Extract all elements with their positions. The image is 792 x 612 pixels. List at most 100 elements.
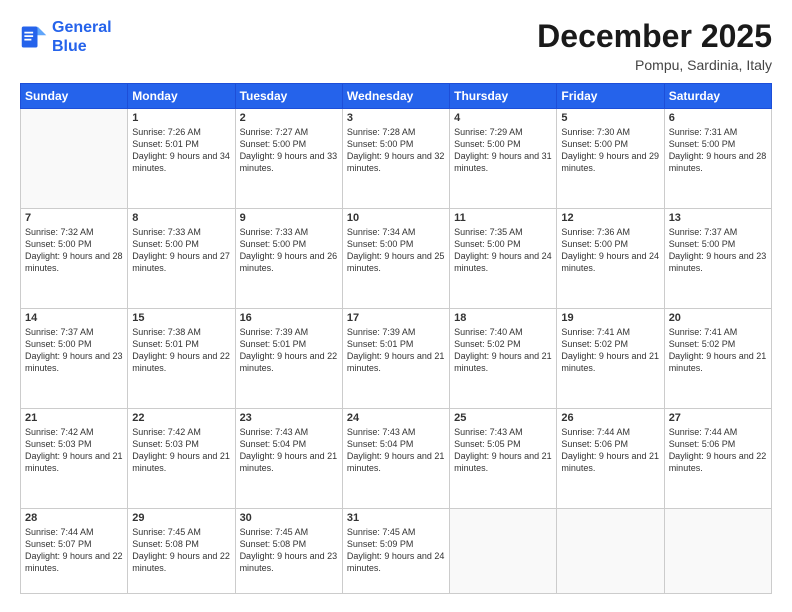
cell-info: Sunrise: 7:38 AMSunset: 5:01 PMDaylight:…: [132, 326, 230, 375]
day-number: 27: [669, 412, 767, 424]
logo-line1: General: [52, 19, 112, 36]
calendar-cell: 12 Sunrise: 7:36 AMSunset: 5:00 PMDaylig…: [557, 208, 664, 308]
day-number: 16: [240, 312, 338, 324]
calendar-cell: 6 Sunrise: 7:31 AMSunset: 5:00 PMDayligh…: [664, 109, 771, 209]
cell-info: Sunrise: 7:42 AMSunset: 5:03 PMDaylight:…: [25, 426, 123, 475]
day-number: 20: [669, 312, 767, 324]
cell-info: Sunrise: 7:43 AMSunset: 5:04 PMDaylight:…: [347, 426, 445, 475]
calendar-cell: 20 Sunrise: 7:41 AMSunset: 5:02 PMDaylig…: [664, 308, 771, 408]
calendar-cell: 11 Sunrise: 7:35 AMSunset: 5:00 PMDaylig…: [450, 208, 557, 308]
calendar-cell: [450, 508, 557, 593]
day-number: 13: [669, 212, 767, 224]
day-number: 5: [561, 112, 659, 124]
day-number: 3: [347, 112, 445, 124]
cell-info: Sunrise: 7:44 AMSunset: 5:06 PMDaylight:…: [561, 426, 659, 475]
day-number: 7: [25, 212, 123, 224]
calendar-cell: 5 Sunrise: 7:30 AMSunset: 5:00 PMDayligh…: [557, 109, 664, 209]
calendar-cell: 30 Sunrise: 7:45 AMSunset: 5:08 PMDaylig…: [235, 508, 342, 593]
calendar-cell: 17 Sunrise: 7:39 AMSunset: 5:01 PMDaylig…: [342, 308, 449, 408]
day-number: 23: [240, 412, 338, 424]
cell-info: Sunrise: 7:26 AMSunset: 5:01 PMDaylight:…: [132, 126, 230, 175]
cell-info: Sunrise: 7:39 AMSunset: 5:01 PMDaylight:…: [240, 326, 338, 375]
calendar-cell: 1 Sunrise: 7:26 AMSunset: 5:01 PMDayligh…: [128, 109, 235, 209]
weekday-header-wednesday: Wednesday: [342, 84, 449, 109]
cell-info: Sunrise: 7:29 AMSunset: 5:00 PMDaylight:…: [454, 126, 552, 175]
cell-info: Sunrise: 7:37 AMSunset: 5:00 PMDaylight:…: [669, 226, 767, 275]
location: Pompu, Sardinia, Italy: [537, 57, 772, 73]
day-number: 8: [132, 212, 230, 224]
cell-info: Sunrise: 7:40 AMSunset: 5:02 PMDaylight:…: [454, 326, 552, 375]
day-number: 28: [25, 512, 123, 524]
calendar-cell: 24 Sunrise: 7:43 AMSunset: 5:04 PMDaylig…: [342, 408, 449, 508]
weekday-header-thursday: Thursday: [450, 84, 557, 109]
cell-info: Sunrise: 7:41 AMSunset: 5:02 PMDaylight:…: [561, 326, 659, 375]
cell-info: Sunrise: 7:33 AMSunset: 5:00 PMDaylight:…: [132, 226, 230, 275]
cell-info: Sunrise: 7:45 AMSunset: 5:08 PMDaylight:…: [240, 526, 338, 575]
day-number: 15: [132, 312, 230, 324]
weekday-header-friday: Friday: [557, 84, 664, 109]
calendar-cell: 14 Sunrise: 7:37 AMSunset: 5:00 PMDaylig…: [21, 308, 128, 408]
cell-info: Sunrise: 7:39 AMSunset: 5:01 PMDaylight:…: [347, 326, 445, 375]
calendar-cell: 7 Sunrise: 7:32 AMSunset: 5:00 PMDayligh…: [21, 208, 128, 308]
calendar-cell: 21 Sunrise: 7:42 AMSunset: 5:03 PMDaylig…: [21, 408, 128, 508]
calendar-cell: 28 Sunrise: 7:44 AMSunset: 5:07 PMDaylig…: [21, 508, 128, 593]
calendar-cell: 22 Sunrise: 7:42 AMSunset: 5:03 PMDaylig…: [128, 408, 235, 508]
calendar-cell: 19 Sunrise: 7:41 AMSunset: 5:02 PMDaylig…: [557, 308, 664, 408]
calendar-cell: 2 Sunrise: 7:27 AMSunset: 5:00 PMDayligh…: [235, 109, 342, 209]
calendar-week-5: 28 Sunrise: 7:44 AMSunset: 5:07 PMDaylig…: [21, 508, 772, 593]
day-number: 14: [25, 312, 123, 324]
day-number: 12: [561, 212, 659, 224]
logo-text: General Blue: [52, 18, 112, 56]
cell-info: Sunrise: 7:43 AMSunset: 5:05 PMDaylight:…: [454, 426, 552, 475]
day-number: 6: [669, 112, 767, 124]
day-number: 2: [240, 112, 338, 124]
calendar-cell: 9 Sunrise: 7:33 AMSunset: 5:00 PMDayligh…: [235, 208, 342, 308]
cell-info: Sunrise: 7:44 AMSunset: 5:07 PMDaylight:…: [25, 526, 123, 575]
cell-info: Sunrise: 7:43 AMSunset: 5:04 PMDaylight:…: [240, 426, 338, 475]
day-number: 22: [132, 412, 230, 424]
calendar-cell: 18 Sunrise: 7:40 AMSunset: 5:02 PMDaylig…: [450, 308, 557, 408]
cell-info: Sunrise: 7:30 AMSunset: 5:00 PMDaylight:…: [561, 126, 659, 175]
calendar-cell: 13 Sunrise: 7:37 AMSunset: 5:00 PMDaylig…: [664, 208, 771, 308]
calendar-cell: 3 Sunrise: 7:28 AMSunset: 5:00 PMDayligh…: [342, 109, 449, 209]
calendar-cell: [664, 508, 771, 593]
cell-info: Sunrise: 7:35 AMSunset: 5:00 PMDaylight:…: [454, 226, 552, 275]
day-number: 10: [347, 212, 445, 224]
calendar-week-4: 21 Sunrise: 7:42 AMSunset: 5:03 PMDaylig…: [21, 408, 772, 508]
calendar-table: SundayMondayTuesdayWednesdayThursdayFrid…: [20, 83, 772, 594]
calendar-cell: 4 Sunrise: 7:29 AMSunset: 5:00 PMDayligh…: [450, 109, 557, 209]
weekday-header-saturday: Saturday: [664, 84, 771, 109]
month-title: December 2025: [537, 18, 772, 55]
calendar-week-3: 14 Sunrise: 7:37 AMSunset: 5:00 PMDaylig…: [21, 308, 772, 408]
calendar-cell: [557, 508, 664, 593]
cell-info: Sunrise: 7:37 AMSunset: 5:00 PMDaylight:…: [25, 326, 123, 375]
day-number: 11: [454, 212, 552, 224]
title-block: December 2025 Pompu, Sardinia, Italy: [537, 18, 772, 73]
logo-icon: [20, 23, 48, 51]
weekday-header-monday: Monday: [128, 84, 235, 109]
cell-info: Sunrise: 7:33 AMSunset: 5:00 PMDaylight:…: [240, 226, 338, 275]
calendar-cell: 16 Sunrise: 7:39 AMSunset: 5:01 PMDaylig…: [235, 308, 342, 408]
cell-info: Sunrise: 7:44 AMSunset: 5:06 PMDaylight:…: [669, 426, 767, 475]
calendar-cell: [21, 109, 128, 209]
cell-info: Sunrise: 7:27 AMSunset: 5:00 PMDaylight:…: [240, 126, 338, 175]
day-number: 26: [561, 412, 659, 424]
day-number: 31: [347, 512, 445, 524]
logo: General Blue: [20, 18, 112, 56]
header: General Blue December 2025 Pompu, Sardin…: [20, 18, 772, 73]
cell-info: Sunrise: 7:45 AMSunset: 5:09 PMDaylight:…: [347, 526, 445, 575]
cell-info: Sunrise: 7:31 AMSunset: 5:00 PMDaylight:…: [669, 126, 767, 175]
calendar-cell: 10 Sunrise: 7:34 AMSunset: 5:00 PMDaylig…: [342, 208, 449, 308]
day-number: 4: [454, 112, 552, 124]
page: General Blue December 2025 Pompu, Sardin…: [0, 0, 792, 612]
day-number: 9: [240, 212, 338, 224]
day-number: 19: [561, 312, 659, 324]
day-number: 18: [454, 312, 552, 324]
cell-info: Sunrise: 7:34 AMSunset: 5:00 PMDaylight:…: [347, 226, 445, 275]
calendar-week-2: 7 Sunrise: 7:32 AMSunset: 5:00 PMDayligh…: [21, 208, 772, 308]
day-number: 24: [347, 412, 445, 424]
weekday-header-tuesday: Tuesday: [235, 84, 342, 109]
calendar-cell: 26 Sunrise: 7:44 AMSunset: 5:06 PMDaylig…: [557, 408, 664, 508]
cell-info: Sunrise: 7:32 AMSunset: 5:00 PMDaylight:…: [25, 226, 123, 275]
day-number: 29: [132, 512, 230, 524]
